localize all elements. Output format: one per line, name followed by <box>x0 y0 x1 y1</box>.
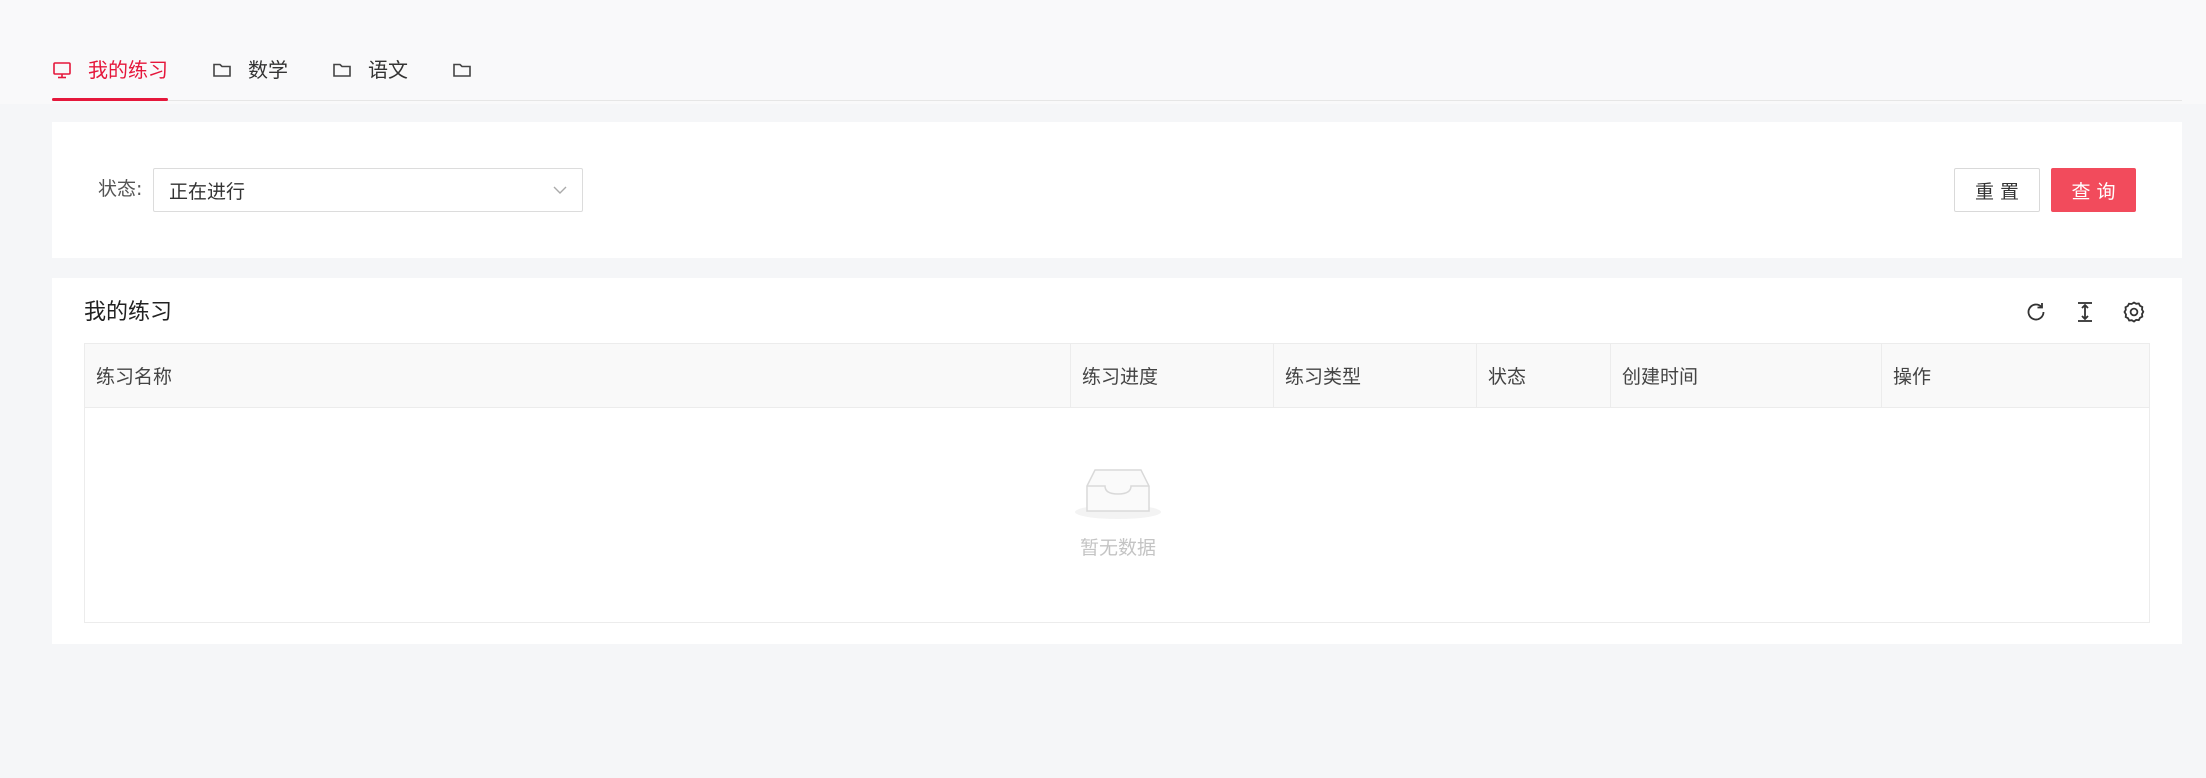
empty-inbox-icon <box>1075 469 1161 519</box>
tab-label: 数学 <box>248 58 288 82</box>
chevron-down-icon <box>553 186 567 194</box>
column-header-type[interactable]: 练习类型 <box>1274 344 1477 407</box>
tab-chinese[interactable]: 语文 <box>332 40 408 100</box>
card-title: 我的练习 <box>84 300 173 325</box>
refresh-icon[interactable] <box>2023 299 2049 325</box>
status-select-value: 正在进行 <box>169 180 246 203</box>
column-height-icon[interactable] <box>2072 299 2098 325</box>
column-header-name[interactable]: 练习名称 <box>85 344 1071 407</box>
tab-label: 语文 <box>368 58 408 82</box>
tab-untitled[interactable] <box>452 40 488 100</box>
monitor-icon <box>52 60 72 80</box>
column-header-created-time[interactable]: 创建时间 <box>1611 344 1882 407</box>
column-header-actions[interactable]: 操作 <box>1882 344 2149 407</box>
folder-icon <box>212 60 232 80</box>
folder-icon <box>452 60 472 80</box>
empty-text: 暂无数据 <box>1080 537 1157 559</box>
tab-my-practice[interactable]: 我的练习 <box>52 40 168 101</box>
column-header-status[interactable]: 状态 <box>1477 344 1611 407</box>
settings-icon[interactable] <box>2121 299 2147 325</box>
tab-bar: 我的练习 数学 语文 <box>52 40 2182 101</box>
page: 我的练习 数学 语文 状态: 正在进行 重置 查询 我的练习 练习名称 练习进度… <box>0 0 2206 778</box>
tab-label: 我的练习 <box>88 58 168 82</box>
tabs-area: 我的练习 数学 语文 <box>0 0 2206 104</box>
query-button[interactable]: 查询 <box>2051 168 2136 212</box>
folder-icon <box>332 60 352 80</box>
status-select[interactable]: 正在进行 <box>153 168 583 212</box>
tab-math[interactable]: 数学 <box>212 40 288 100</box>
status-label: 状态: <box>98 178 143 200</box>
column-header-progress[interactable]: 练习进度 <box>1071 344 1274 407</box>
table-header: 练习名称 练习进度 练习类型 状态 创建时间 操作 <box>85 344 2149 408</box>
reset-button[interactable]: 重置 <box>1954 168 2040 212</box>
